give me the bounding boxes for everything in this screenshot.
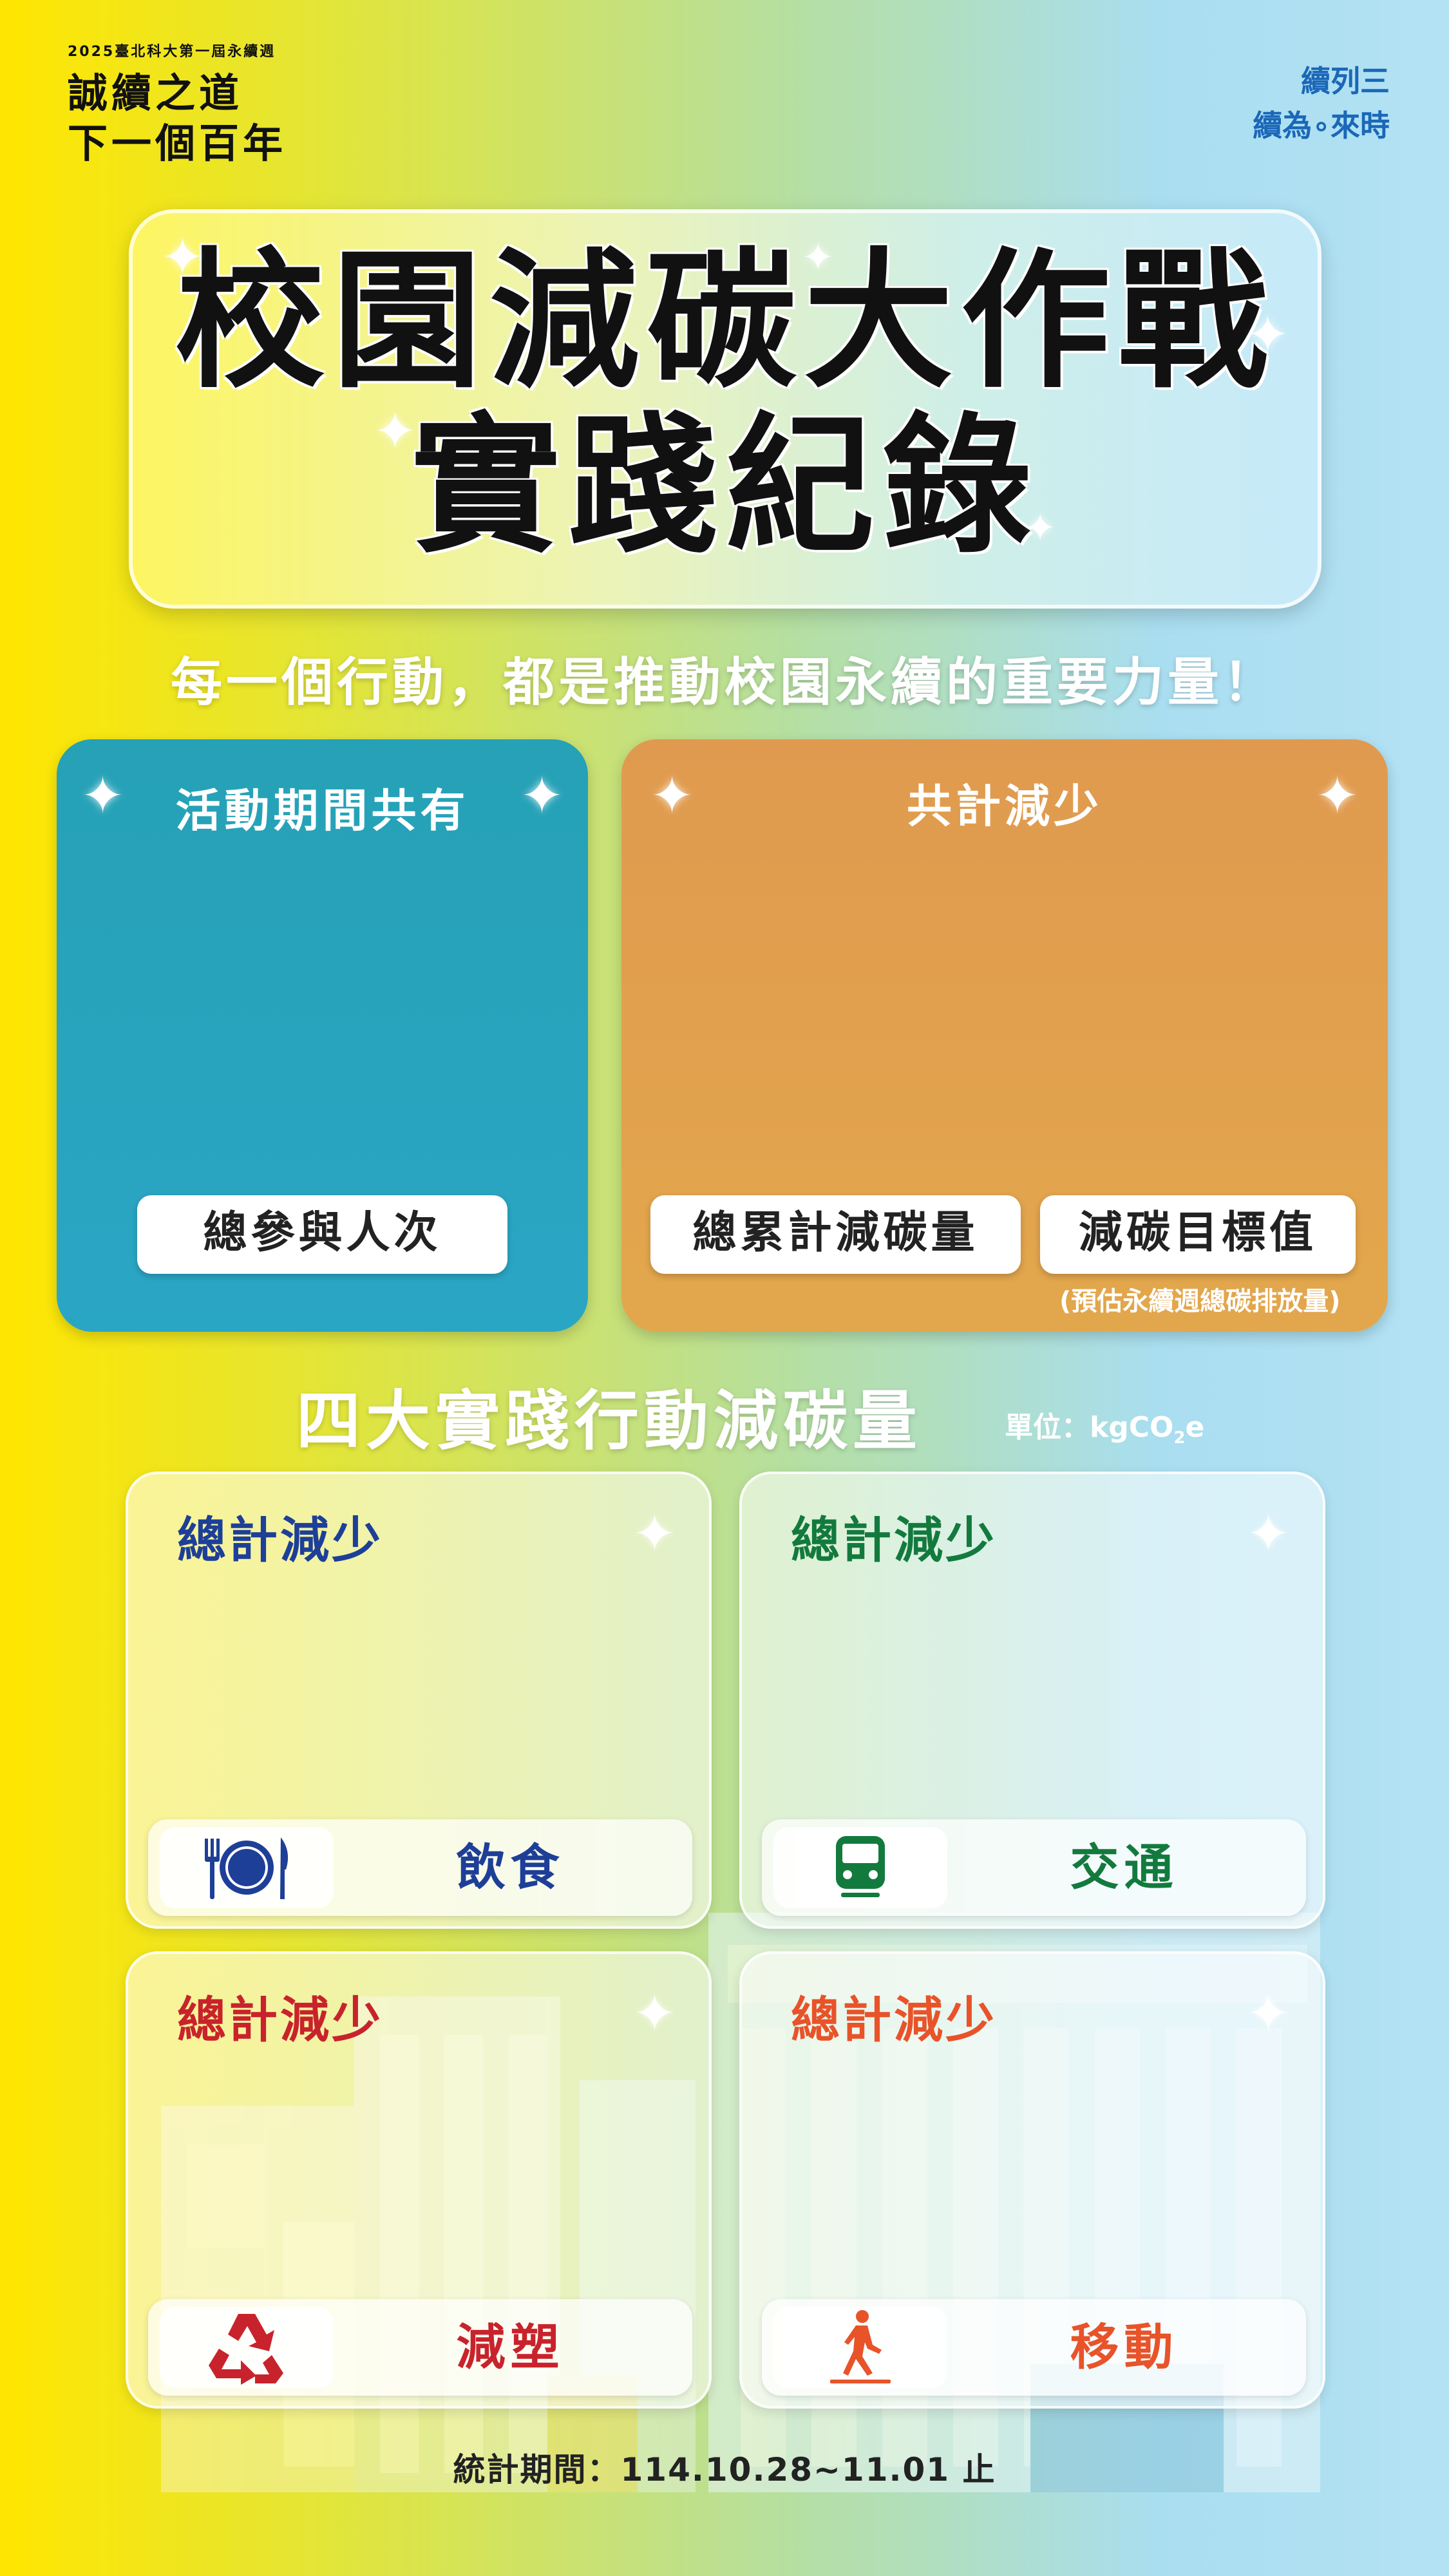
dining-label: 飲食 [456, 1839, 565, 1896]
dining-label-bar: 飲食 [148, 1819, 692, 1916]
mobility-card: 總計減少 ✦ 移動 [739, 1951, 1325, 2409]
transport-heading: 總計減少 [791, 1511, 997, 1569]
mobility-label: 移動 [1070, 2318, 1179, 2376]
dining-heading: 總計減少 [177, 1511, 383, 1569]
title-line-2: 實踐紀錄 [410, 397, 1039, 573]
series-line-1: 續列三 [1301, 64, 1390, 99]
event-year-line: 2025臺北科大第一屆永續週 [68, 44, 276, 60]
sparkle-icon: ✦ [1246, 305, 1290, 365]
sparkle-icon: ✦ [1024, 506, 1057, 551]
total-reduction-label: 總累計減碳量 [650, 1195, 1021, 1274]
target-label: 減碳目標值 [1040, 1195, 1356, 1274]
mobility-label-bar: 移動 [762, 2299, 1306, 2396]
participation-label: 總參與人次 [137, 1195, 507, 1274]
reduction-heading: 共計減少 [907, 780, 1103, 833]
plastic-label: 減塑 [456, 2318, 565, 2376]
subtitle: 每一個行動，都是推動校園永續的重要力量！ [171, 652, 1278, 712]
transport-card: 總計減少 ✦ 交通 [739, 1472, 1325, 1929]
statistics-period: 統計期間：114.10.28~11.01 止 [453, 2451, 996, 2488]
participation-card: ✦ ✦ 活動期間共有 總參與人次 [57, 739, 588, 1332]
title-card: 校園減碳大作戰 實踐紀錄 [129, 209, 1321, 609]
brand-line-2: 下一個百年 [68, 119, 287, 167]
walking-icon [830, 2310, 891, 2383]
series-line-2: 續為∘來時 [1253, 108, 1390, 143]
actions-heading: 四大實踐行動減碳量 [296, 1383, 922, 1459]
brand-line-1: 誠續之道 [68, 70, 243, 117]
transport-label-bar: 交通 [762, 1819, 1306, 1916]
series-tag: 續列三 續為∘來時 [1253, 59, 1390, 148]
sparkle-icon: ✦ [374, 401, 417, 461]
sparkle-icon: ✦ [1246, 1504, 1290, 1564]
title-line-1: 校園減碳大作戰 [175, 232, 1275, 408]
sparkle-icon: ✦ [632, 1984, 676, 2043]
reduction-card: ✦ ✦ 共計減少 總累計減碳量 減碳目標值 (預估永續週總碳排放量) [621, 739, 1388, 1332]
transport-label: 交通 [1070, 1839, 1179, 1896]
event-brand: 2025臺北科大第一屆永續週 誠續之道 下一個百年 [68, 40, 287, 168]
recycle-icon [209, 2314, 283, 2385]
sparkle-icon: ✦ [161, 227, 205, 287]
plastic-label-bar: 減塑 [148, 2299, 692, 2396]
unit-label: 單位：kgCO2e [1005, 1411, 1205, 1448]
sparkle-icon: ✦ [1246, 1984, 1290, 2043]
sparkle-icon: ✦ [802, 235, 835, 280]
participation-heading: 活動期間共有 [175, 784, 469, 837]
plastic-heading: 總計減少 [177, 1991, 383, 2049]
plastic-card: 總計減少 ✦ 減塑 [126, 1951, 712, 2409]
dining-plate-icon [205, 1837, 289, 1899]
train-icon [836, 1836, 885, 1897]
mobility-heading: 總計減少 [791, 1991, 997, 2049]
sparkle-icon: ✦ [632, 1504, 676, 1564]
dining-card: 總計減少 ✦ 飲食 [126, 1472, 712, 1929]
target-note: (預估永續週總碳排放量) [1059, 1287, 1341, 1316]
